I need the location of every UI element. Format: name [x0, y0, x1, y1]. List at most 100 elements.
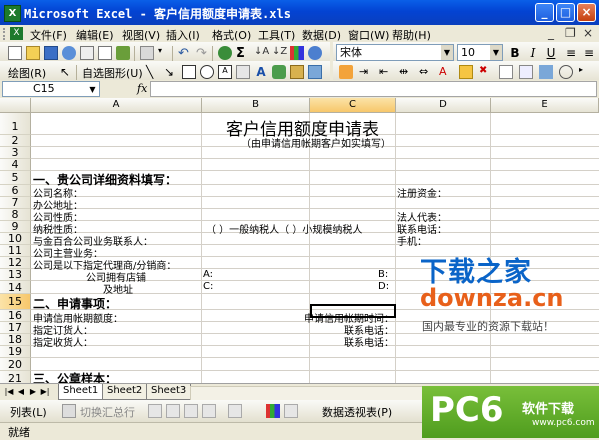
list-option-icon[interactable] [166, 404, 180, 418]
prev-sheet-icon[interactable]: ◀ [16, 386, 26, 398]
merge-icon[interactable]: ⇹ [399, 65, 413, 79]
align-left-icon[interactable]: ≡ [563, 45, 579, 61]
row-header[interactable]: 19 [0, 346, 31, 358]
chevron-down-icon[interactable]: ▼ [441, 45, 453, 60]
sync-list-icon[interactable] [184, 404, 198, 418]
cells-icon[interactable] [519, 65, 533, 79]
sheet-tab-3[interactable]: Sheet3 [146, 384, 192, 400]
arrow-icon[interactable]: ↘ [164, 65, 178, 79]
sort-ascending-icon[interactable]: ↓A [254, 46, 269, 60]
active-cell-c15[interactable] [310, 304, 396, 318]
clipart-icon[interactable] [290, 65, 304, 79]
italic-button[interactable]: I [525, 45, 541, 61]
new-file-icon[interactable] [8, 46, 22, 60]
print-list-icon[interactable] [284, 404, 298, 418]
open-folder-icon[interactable] [26, 46, 40, 60]
vertical-textbox-icon[interactable] [236, 65, 250, 79]
row-header[interactable]: 15 [0, 294, 31, 310]
table-icon[interactable] [539, 65, 553, 79]
textbox-icon[interactable]: A [218, 65, 232, 79]
menu-file[interactable]: 文件(F) [30, 27, 67, 43]
row-header[interactable]: 5 [0, 171, 31, 185]
line-icon[interactable]: ╲ [146, 65, 160, 79]
unlink-list-icon[interactable] [202, 404, 216, 418]
zoom-icon[interactable] [559, 65, 573, 79]
next-sheet-icon[interactable]: ▶ [28, 386, 38, 398]
minimize-button[interactable]: _ [535, 3, 554, 22]
distribute-icon[interactable]: ⇔ [419, 65, 433, 79]
column-header-b[interactable]: B [202, 98, 310, 113]
toolbar-options-icon[interactable]: ▸ [579, 65, 593, 79]
indent-icon[interactable]: ⇥ [359, 65, 373, 79]
menu-format[interactable]: 格式(O) [212, 27, 251, 43]
menu-window[interactable]: 窗口(W) [348, 27, 389, 43]
row-header[interactable]: 20 [0, 358, 31, 371]
font-name-select[interactable]: 宋体 ▼ [336, 44, 454, 61]
undo-icon[interactable]: ↶ [178, 46, 192, 61]
permission-icon[interactable] [62, 46, 76, 60]
menu-edit[interactable]: 编辑(E) [76, 27, 114, 43]
print-icon[interactable] [80, 46, 94, 60]
outdent-icon[interactable]: ⇤ [379, 65, 393, 79]
row-header[interactable]: 1 [0, 113, 31, 135]
redo-icon[interactable]: ↷ [196, 46, 210, 61]
menu-insert[interactable]: 插入(I) [166, 27, 200, 43]
row-header[interactable]: 4 [0, 159, 31, 171]
formula-input[interactable] [150, 81, 597, 97]
sort-descending-icon[interactable]: ↓Z [272, 46, 287, 60]
borders-icon[interactable] [499, 65, 513, 79]
chevron-down-icon[interactable]: ▼ [87, 83, 98, 95]
dropdown-arrow-icon[interactable]: ▾ [158, 46, 172, 60]
doc-minimize-button[interactable]: _ [548, 26, 554, 40]
chart-icon[interactable] [266, 404, 280, 418]
column-header-a[interactable]: A [31, 98, 202, 113]
paste-icon[interactable] [140, 46, 154, 60]
chart-wizard-icon[interactable] [290, 46, 304, 60]
hyperlink-icon[interactable] [218, 46, 232, 60]
name-box[interactable]: C15 ▼ [2, 81, 100, 97]
sheet-tab-1[interactable]: Sheet1 [58, 384, 104, 400]
font-size-select[interactable]: 10 ▼ [457, 44, 503, 61]
align-center-icon[interactable]: ≡ [581, 45, 597, 61]
diagram-icon[interactable] [272, 65, 286, 79]
column-header-e[interactable]: E [491, 98, 599, 113]
picture-icon[interactable] [308, 65, 322, 79]
close-button[interactable]: × [577, 3, 596, 22]
toggle-total-row-button[interactable]: 切换汇总行 [80, 404, 135, 420]
menu-data[interactable]: 数据(D) [302, 27, 341, 43]
column-header-c[interactable]: C [310, 98, 396, 113]
spreadsheet-grid[interactable]: A B C D E 1 2 3 4 5 6 7 8 9 10 11 12 13 … [0, 98, 599, 383]
save-icon[interactable] [44, 46, 58, 60]
oval-icon[interactable] [200, 65, 214, 79]
font-color-icon[interactable]: A [439, 65, 453, 79]
help-icon[interactable] [308, 46, 322, 60]
publish-list-icon[interactable] [228, 404, 242, 418]
wordart-icon[interactable]: A [254, 65, 268, 79]
spelling-icon[interactable] [116, 46, 130, 60]
rectangle-icon[interactable] [182, 65, 196, 79]
sheet-tab-2[interactable]: Sheet2 [102, 384, 148, 400]
resize-list-icon[interactable] [148, 404, 162, 418]
fill-color-icon[interactable] [339, 65, 353, 79]
delete-icon[interactable]: ✖ [479, 65, 493, 79]
print-preview-icon[interactable] [98, 46, 112, 60]
list-menu[interactable]: 列表(L) [10, 404, 47, 420]
select-all-corner[interactable] [0, 98, 31, 113]
underline-button[interactable]: U [543, 45, 559, 61]
toolbar-grip[interactable] [3, 28, 8, 40]
chevron-down-icon[interactable]: ▼ [490, 45, 502, 60]
insert-row-icon[interactable] [62, 404, 76, 418]
doc-restore-button[interactable]: ❐ [565, 26, 576, 40]
menu-tools[interactable]: 工具(T) [258, 27, 295, 43]
menu-view[interactable]: 视图(V) [122, 27, 160, 43]
fx-icon[interactable]: fx [137, 82, 147, 95]
column-header-d[interactable]: D [396, 98, 491, 113]
excel-app-icon[interactable]: X [4, 5, 21, 22]
pivot-table-menu[interactable]: 数据透视表(P) [322, 404, 392, 420]
doc-close-button[interactable]: × [583, 26, 593, 40]
bold-button[interactable]: B [507, 45, 523, 61]
row-header[interactable]: 13 [0, 269, 31, 281]
row-header[interactable]: 21 [0, 371, 31, 383]
menu-help[interactable]: 帮助(H) [392, 27, 431, 43]
select-objects-icon[interactable]: ↖ [60, 65, 74, 79]
